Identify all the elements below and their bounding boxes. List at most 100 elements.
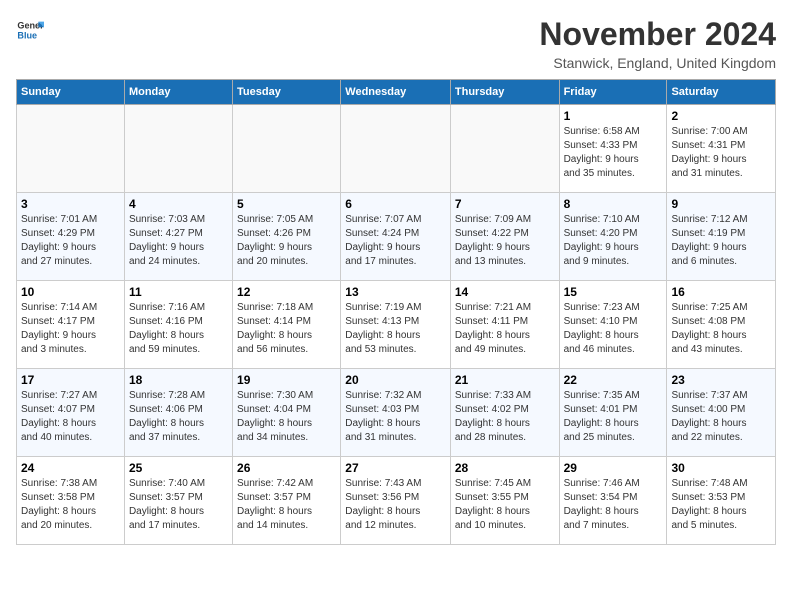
svg-text:Blue: Blue [17, 30, 37, 40]
calendar-cell: 18 Sunrise: 7:28 AM Sunset: 4:06 PM Dayli… [124, 369, 232, 457]
calendar-cell: 5Sunrise: 7:05 AM Sunset: 4:26 PM Daylig… [233, 193, 341, 281]
day-number: 13 [345, 285, 446, 299]
day-number: 18 [129, 373, 228, 387]
calendar-cell: 22 Sunrise: 7:35 AM Sunset: 4:01 PM Dayli… [559, 369, 667, 457]
calendar-cell: 21 Sunrise: 7:33 AM Sunset: 4:02 PM Dayli… [450, 369, 559, 457]
calendar-cell: 20 Sunrise: 7:32 AM Sunset: 4:03 PM Dayli… [341, 369, 451, 457]
day-info: Sunrise: 7:32 AM Sunset: 4:03 PM Dayligh… [345, 389, 446, 445]
week-row-0: 1 Sunrise: 6:58 AM Sunset: 4:33 PM Daylig… [17, 105, 776, 193]
calendar-cell: 16Sunrise: 7:25 AM Sunset: 4:08 PM Dayli… [667, 281, 776, 369]
day-info: Sunrise: 7:10 AM Sunset: 4:20 PM Dayligh… [564, 213, 663, 269]
week-row-4: 24 Sunrise: 7:38 AM Sunset: 3:58 PM Dayli… [17, 457, 776, 545]
day-number: 27 [345, 461, 446, 475]
month-title: November 2024 [539, 16, 776, 53]
day-info: Sunrise: 7:01 AM Sunset: 4:29 PM Dayligh… [21, 213, 120, 269]
header-sunday: Sunday [17, 80, 125, 105]
header-saturday: Saturday [667, 80, 776, 105]
header-monday: Monday [124, 80, 232, 105]
day-number: 12 [237, 285, 336, 299]
day-info: Sunrise: 7:28 AM Sunset: 4:06 PM Dayligh… [129, 389, 228, 445]
calendar-cell: 14 Sunrise: 7:21 AM Sunset: 4:11 PM Dayli… [450, 281, 559, 369]
day-info: Sunrise: 7:43 AM Sunset: 3:56 PM Dayligh… [345, 477, 446, 533]
header-row: SundayMondayTuesdayWednesdayThursdayFrid… [17, 80, 776, 105]
day-number: 15 [564, 285, 663, 299]
day-info: Sunrise: 7:25 AM Sunset: 4:08 PM Dayligh… [671, 301, 771, 357]
day-info: Sunrise: 6:58 AM Sunset: 4:33 PM Dayligh… [564, 125, 663, 181]
day-info: Sunrise: 7:35 AM Sunset: 4:01 PM Dayligh… [564, 389, 663, 445]
location: Stanwick, England, United Kingdom [539, 55, 776, 71]
day-info: Sunrise: 7:19 AM Sunset: 4:13 PM Dayligh… [345, 301, 446, 357]
day-number: 29 [564, 461, 663, 475]
day-number: 26 [237, 461, 336, 475]
calendar-cell: 12 Sunrise: 7:18 AM Sunset: 4:14 PM Dayli… [233, 281, 341, 369]
week-row-2: 10 Sunrise: 7:14 AM Sunset: 4:17 PM Dayli… [17, 281, 776, 369]
day-number: 30 [671, 461, 771, 475]
calendar-cell [341, 105, 451, 193]
calendar-cell [233, 105, 341, 193]
calendar-cell: 8Sunrise: 7:10 AM Sunset: 4:20 PM Daylig… [559, 193, 667, 281]
day-number: 2 [671, 109, 771, 123]
calendar-cell: 3 Sunrise: 7:01 AM Sunset: 4:29 PM Daylig… [17, 193, 125, 281]
day-info: Sunrise: 7:45 AM Sunset: 3:55 PM Dayligh… [455, 477, 555, 533]
calendar-cell: 7Sunrise: 7:09 AM Sunset: 4:22 PM Daylig… [450, 193, 559, 281]
day-info: Sunrise: 7:00 AM Sunset: 4:31 PM Dayligh… [671, 125, 771, 181]
calendar-body: 1 Sunrise: 6:58 AM Sunset: 4:33 PM Daylig… [17, 105, 776, 545]
day-info: Sunrise: 7:21 AM Sunset: 4:11 PM Dayligh… [455, 301, 555, 357]
calendar-cell: 29 Sunrise: 7:46 AM Sunset: 3:54 PM Dayli… [559, 457, 667, 545]
week-row-1: 3 Sunrise: 7:01 AM Sunset: 4:29 PM Daylig… [17, 193, 776, 281]
day-number: 3 [21, 197, 120, 211]
day-info: Sunrise: 7:48 AM Sunset: 3:53 PM Dayligh… [671, 477, 771, 533]
day-number: 23 [671, 373, 771, 387]
calendar-cell [17, 105, 125, 193]
day-info: Sunrise: 7:05 AM Sunset: 4:26 PM Dayligh… [237, 213, 336, 269]
calendar-cell: 1 Sunrise: 6:58 AM Sunset: 4:33 PM Daylig… [559, 105, 667, 193]
day-number: 21 [455, 373, 555, 387]
day-number: 10 [21, 285, 120, 299]
day-number: 17 [21, 373, 120, 387]
calendar-table: SundayMondayTuesdayWednesdayThursdayFrid… [16, 79, 776, 545]
day-number: 1 [564, 109, 663, 123]
calendar-cell: 24 Sunrise: 7:38 AM Sunset: 3:58 PM Dayli… [17, 457, 125, 545]
day-info: Sunrise: 7:16 AM Sunset: 4:16 PM Dayligh… [129, 301, 228, 357]
header-wednesday: Wednesday [341, 80, 451, 105]
calendar-cell [124, 105, 232, 193]
calendar-cell [450, 105, 559, 193]
logo-icon: General Blue [16, 16, 44, 44]
day-info: Sunrise: 7:07 AM Sunset: 4:24 PM Dayligh… [345, 213, 446, 269]
calendar-cell: 4Sunrise: 7:03 AM Sunset: 4:27 PM Daylig… [124, 193, 232, 281]
day-number: 19 [237, 373, 336, 387]
calendar-cell: 19 Sunrise: 7:30 AM Sunset: 4:04 PM Dayli… [233, 369, 341, 457]
calendar-cell: 11 Sunrise: 7:16 AM Sunset: 4:16 PM Dayli… [124, 281, 232, 369]
calendar-cell: 27 Sunrise: 7:43 AM Sunset: 3:56 PM Dayli… [341, 457, 451, 545]
calendar-cell: 30 Sunrise: 7:48 AM Sunset: 3:53 PM Dayli… [667, 457, 776, 545]
day-info: Sunrise: 7:42 AM Sunset: 3:57 PM Dayligh… [237, 477, 336, 533]
day-number: 14 [455, 285, 555, 299]
day-info: Sunrise: 7:38 AM Sunset: 3:58 PM Dayligh… [21, 477, 120, 533]
day-info: Sunrise: 7:18 AM Sunset: 4:14 PM Dayligh… [237, 301, 336, 357]
calendar-cell: 9Sunrise: 7:12 AM Sunset: 4:19 PM Daylig… [667, 193, 776, 281]
day-info: Sunrise: 7:46 AM Sunset: 3:54 PM Dayligh… [564, 477, 663, 533]
header-thursday: Thursday [450, 80, 559, 105]
calendar-cell: 25Sunrise: 7:40 AM Sunset: 3:57 PM Dayli… [124, 457, 232, 545]
day-number: 24 [21, 461, 120, 475]
day-info: Sunrise: 7:40 AM Sunset: 3:57 PM Dayligh… [129, 477, 228, 533]
day-info: Sunrise: 7:23 AM Sunset: 4:10 PM Dayligh… [564, 301, 663, 357]
calendar-header: SundayMondayTuesdayWednesdayThursdayFrid… [17, 80, 776, 105]
day-number: 4 [129, 197, 228, 211]
calendar-cell: 28Sunrise: 7:45 AM Sunset: 3:55 PM Dayli… [450, 457, 559, 545]
calendar-cell: 26 Sunrise: 7:42 AM Sunset: 3:57 PM Dayli… [233, 457, 341, 545]
day-info: Sunrise: 7:09 AM Sunset: 4:22 PM Dayligh… [455, 213, 555, 269]
header-tuesday: Tuesday [233, 80, 341, 105]
day-number: 22 [564, 373, 663, 387]
day-info: Sunrise: 7:33 AM Sunset: 4:02 PM Dayligh… [455, 389, 555, 445]
day-number: 20 [345, 373, 446, 387]
logo: General Blue [16, 16, 44, 44]
calendar-cell: 2 Sunrise: 7:00 AM Sunset: 4:31 PM Daylig… [667, 105, 776, 193]
day-info: Sunrise: 7:14 AM Sunset: 4:17 PM Dayligh… [21, 301, 120, 357]
day-number: 11 [129, 285, 228, 299]
day-info: Sunrise: 7:12 AM Sunset: 4:19 PM Dayligh… [671, 213, 771, 269]
day-info: Sunrise: 7:30 AM Sunset: 4:04 PM Dayligh… [237, 389, 336, 445]
calendar-cell: 6Sunrise: 7:07 AM Sunset: 4:24 PM Daylig… [341, 193, 451, 281]
week-row-3: 17Sunrise: 7:27 AM Sunset: 4:07 PM Dayli… [17, 369, 776, 457]
calendar-cell: 10 Sunrise: 7:14 AM Sunset: 4:17 PM Dayli… [17, 281, 125, 369]
